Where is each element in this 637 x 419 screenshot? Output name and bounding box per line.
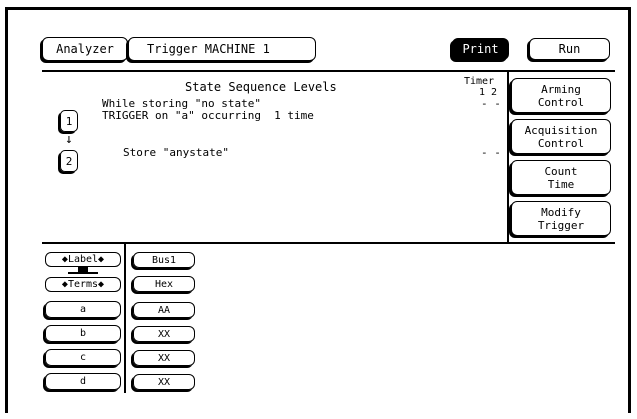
sequence-bottom-divider — [42, 242, 615, 244]
count-time-button[interactable]: Count Time — [511, 160, 611, 195]
print-button[interactable]: Print — [452, 38, 509, 60]
sequence-top-divider — [42, 70, 615, 72]
modify-trigger-line2: Trigger — [537, 218, 585, 232]
level-2-timer-value: - - — [481, 146, 501, 159]
arming-control-line2: Control — [537, 95, 585, 109]
label-scroll-button[interactable]: ◆Label◆ — [45, 252, 121, 267]
level-2-box[interactable]: 2 — [60, 150, 78, 172]
bus-label-field[interactable]: Bus1 — [133, 252, 195, 268]
term-a-name[interactable]: a — [45, 301, 121, 318]
term-d-value[interactable]: XX — [133, 374, 195, 390]
count-time-line2: Time — [547, 177, 575, 191]
term-c-value[interactable]: XX — [133, 350, 195, 366]
acquisition-control-button[interactable]: Acquisition Control — [511, 119, 611, 154]
trigger-machine-button[interactable]: Trigger MACHINE 1 — [128, 37, 316, 61]
modify-trigger-line1: Modify — [541, 205, 581, 219]
arming-control-line1: Arming — [541, 82, 581, 96]
terms-scroll-button[interactable]: ◆Terms◆ — [45, 277, 121, 292]
term-a-value[interactable]: AA — [133, 302, 195, 318]
sequence-title: State Sequence Levels — [185, 80, 337, 94]
level-1-trigger-text[interactable]: TRIGGER on "a" occurring 1 time — [102, 110, 314, 122]
term-b-value[interactable]: XX — [133, 326, 195, 342]
term-b-name[interactable]: b — [45, 325, 121, 342]
acquisition-control-line2: Control — [537, 136, 585, 150]
label-terms-connector-bar — [68, 272, 98, 274]
sequence-arrow: ↓ — [65, 132, 73, 147]
level-2-store-text[interactable]: Store "anystate" — [123, 147, 229, 159]
arming-control-button[interactable]: Arming Control — [511, 78, 611, 113]
level-1-box[interactable]: 1 — [60, 110, 78, 132]
analyzer-button[interactable]: Analyzer — [42, 37, 128, 61]
side-menu-divider — [507, 70, 509, 242]
run-button[interactable]: Run — [529, 38, 610, 60]
acquisition-control-line1: Acquisition — [524, 123, 598, 137]
level-1-timer-value: - - — [481, 97, 501, 110]
count-time-line1: Count — [544, 164, 578, 178]
modify-trigger-button[interactable]: Modify Trigger — [511, 201, 611, 236]
term-d-name[interactable]: d — [45, 373, 121, 390]
terms-column-divider — [124, 243, 126, 393]
term-c-name[interactable]: c — [45, 349, 121, 366]
base-hex-field[interactable]: Hex — [133, 276, 195, 292]
